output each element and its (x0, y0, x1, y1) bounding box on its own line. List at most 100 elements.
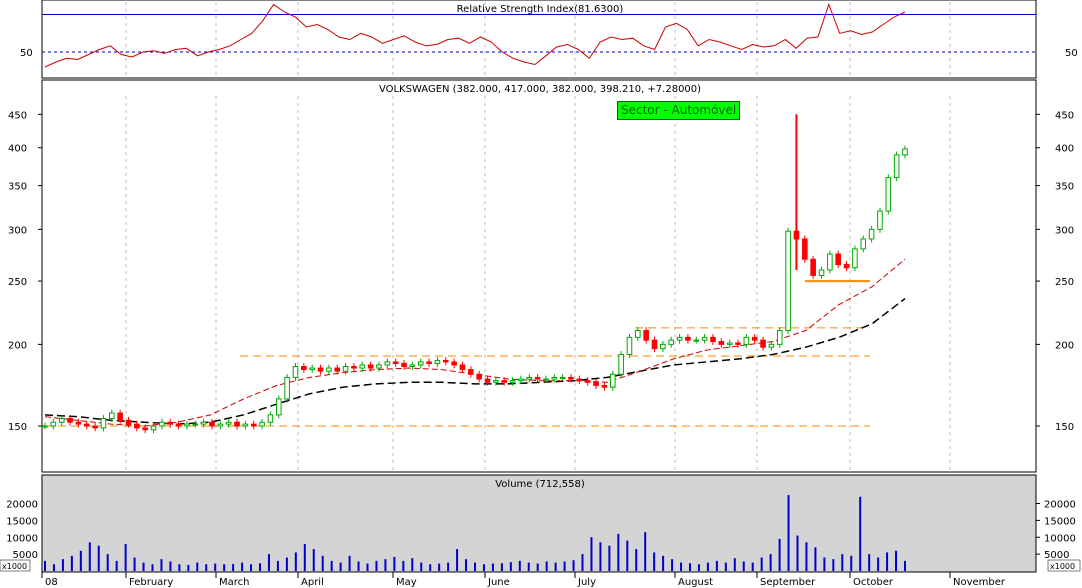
volume-bar (599, 542, 602, 571)
volume-bar (142, 562, 145, 571)
volume-bar (859, 496, 862, 571)
volume-bar (187, 564, 190, 571)
candle-body (701, 336, 708, 341)
volume-bar (581, 554, 584, 571)
candle-body (50, 421, 57, 427)
candle-body (42, 425, 48, 428)
price-tick-label-right: 200 (1055, 340, 1074, 351)
price-tick-label-left: 150 (8, 422, 27, 433)
volume-bar (384, 559, 387, 571)
volume-bar (689, 563, 691, 571)
volume-bar (294, 552, 297, 571)
volume-bar (205, 564, 208, 571)
candle-body (668, 339, 675, 345)
candle-body (259, 421, 265, 427)
candle-body (58, 418, 65, 423)
candle-body (852, 248, 858, 269)
candle-body (584, 380, 591, 383)
candle-body (209, 421, 215, 427)
candle-body (710, 336, 716, 343)
volume-bar (823, 557, 826, 571)
volume-bar (904, 560, 906, 571)
price-frame (41, 79, 1037, 473)
candle-body (351, 366, 357, 369)
candle-body (885, 177, 892, 212)
candle-body (843, 264, 850, 269)
candle-body (618, 353, 624, 375)
volume-tick-label-left: 20000 (6, 500, 38, 511)
volume-bar (402, 560, 405, 571)
volume-bar (733, 558, 736, 571)
candle-body (543, 378, 549, 381)
month-label: September (760, 577, 816, 588)
volume-bar (563, 561, 566, 571)
volume-bar (653, 552, 656, 571)
volume-bar (223, 564, 226, 571)
volume-bar (169, 561, 172, 571)
volume-bar (769, 554, 772, 571)
candle-body (200, 421, 207, 425)
volume-bar (697, 564, 700, 571)
candle-body (768, 343, 775, 348)
month-label: May (396, 577, 417, 588)
candle-body (134, 423, 140, 429)
volume-bar (303, 544, 306, 571)
candle-body (643, 330, 649, 341)
price-tick-label-left: 200 (8, 340, 27, 351)
candle-body (718, 341, 725, 345)
volume-bar (447, 562, 450, 571)
volume-bar (429, 564, 432, 571)
candle-body (125, 419, 132, 425)
candle-body (685, 336, 691, 341)
rsi-title: Relative Strength Index(81.6300) (457, 4, 624, 15)
volume-bar (285, 557, 288, 571)
volume-bar (124, 544, 127, 571)
volume-bar (841, 554, 844, 571)
volume-bar (635, 549, 638, 571)
volume-tick-label-right: 5000 (1044, 550, 1069, 561)
candle-body (559, 376, 566, 379)
candle-body (776, 330, 783, 345)
candle-body (359, 364, 366, 369)
volume-bar (61, 559, 64, 571)
candle-body (225, 421, 232, 425)
rsi-tick-label-left: 50 (20, 48, 33, 59)
volume-bar (88, 542, 91, 571)
sector-label: Sector - Automóvel (617, 101, 741, 120)
volume-bar (250, 564, 253, 571)
volume-bar (214, 563, 217, 571)
volume-bar (70, 555, 73, 571)
volume-bar (886, 552, 889, 571)
candle-body (760, 339, 766, 348)
rsi-tick-label-right: 50 (1065, 48, 1078, 59)
price-tick-label-left: 350 (8, 182, 27, 193)
volume-bar (232, 563, 235, 571)
candle-body (593, 381, 599, 387)
price-tick-label-right: 450 (1055, 110, 1074, 121)
candle-body (660, 343, 666, 350)
candle-body (159, 421, 165, 427)
candle-body (75, 421, 82, 425)
candle-body (150, 425, 157, 431)
unit-label-right: x1000 (1050, 562, 1075, 571)
volume-bar (742, 561, 745, 571)
candle-body (601, 385, 608, 388)
volume-bar (626, 540, 629, 571)
volume-bar (420, 562, 423, 571)
candle-body (835, 253, 842, 266)
candle-body (342, 366, 349, 372)
volume-bar (545, 561, 548, 571)
candle-body (635, 330, 641, 338)
candle-body (117, 412, 123, 421)
candle-body (384, 361, 391, 366)
volume-bar (895, 550, 898, 571)
volume-bar (482, 564, 485, 571)
volume-bar (680, 562, 683, 571)
volume-bar (850, 555, 853, 571)
volume-bar (572, 560, 575, 571)
volume-bar (312, 549, 315, 571)
candle-body (509, 380, 516, 383)
candle-body (751, 336, 758, 341)
price-tick-label-left: 400 (8, 144, 27, 155)
volume-bar (178, 564, 181, 571)
